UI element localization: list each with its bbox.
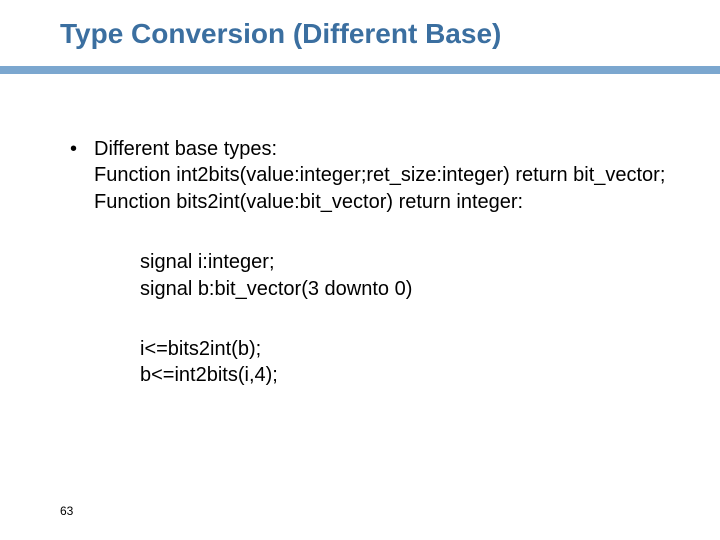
bullet-line-1: Function int2bits(value:integer;ret_size… bbox=[94, 162, 670, 188]
bullet-item: • Different base types: Function int2bit… bbox=[70, 136, 670, 215]
signal-line-2: signal b:bit_vector(3 downto 0) bbox=[140, 276, 670, 302]
bullet-dot-icon: • bbox=[70, 136, 94, 162]
title-underline-rule bbox=[0, 66, 720, 74]
signal-line-1: signal i:integer; bbox=[140, 249, 670, 275]
slide-content: • Different base types: Function int2bit… bbox=[0, 74, 720, 389]
signal-block: signal i:integer; signal b:bit_vector(3 … bbox=[70, 249, 670, 302]
assign-line-2: b<=int2bits(i,4); bbox=[140, 362, 670, 388]
assign-block: i<=bits2int(b); b<=int2bits(i,4); bbox=[70, 336, 670, 389]
bullet-line-2: Function bits2int(value:bit_vector) retu… bbox=[94, 189, 670, 215]
bullet-heading: Different base types: bbox=[94, 136, 670, 162]
slide-title: Type Conversion (Different Base) bbox=[0, 18, 720, 66]
page-number: 63 bbox=[60, 504, 73, 518]
bullet-body: Different base types: Function int2bits(… bbox=[94, 136, 670, 215]
assign-line-1: i<=bits2int(b); bbox=[140, 336, 670, 362]
slide: Type Conversion (Different Base) • Diffe… bbox=[0, 0, 720, 540]
